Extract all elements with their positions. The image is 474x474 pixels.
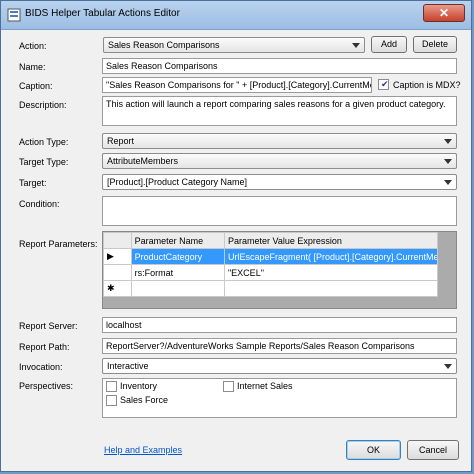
- row-selector-icon[interactable]: ▶: [103, 248, 132, 265]
- perspectives-label: Perspectives:: [19, 381, 74, 391]
- table-row[interactable]: rs:Format "EXCEL": [103, 264, 439, 281]
- report-server-label: Report Server:: [19, 321, 78, 331]
- add-button[interactable]: Add: [371, 36, 407, 53]
- condition-field[interactable]: [102, 196, 457, 226]
- target-label: Target:: [19, 178, 47, 188]
- parameter-name-cell[interactable]: rs:Format: [130, 264, 225, 281]
- condition-label: Condition:: [19, 199, 60, 209]
- report-path-field[interactable]: ReportServer?/AdventureWorks Sample Repo…: [102, 338, 457, 354]
- parameter-name-cell[interactable]: ProductCategory: [130, 248, 225, 265]
- target-type-select[interactable]: AttributeMembers: [102, 153, 457, 169]
- name-label: Name:: [19, 62, 46, 72]
- perspective-label-internet-sales: Internet Sales: [237, 381, 293, 391]
- action-type-value: Report: [107, 136, 135, 146]
- close-button[interactable]: ✕: [423, 4, 465, 22]
- dialog-body: Action: Sales Reason Comparisons Add Del…: [9, 31, 464, 465]
- target-type-label: Target Type:: [19, 157, 69, 167]
- action-select-value: Sales Reason Comparisons: [108, 40, 220, 50]
- target-value: [Product].[Product Category Name]: [107, 177, 248, 187]
- invocation-select[interactable]: Interactive: [102, 358, 457, 374]
- parameter-name-cell[interactable]: [130, 280, 225, 297]
- action-type-label: Action Type:: [19, 137, 69, 147]
- help-link[interactable]: Help and Examples: [104, 445, 182, 455]
- ok-button[interactable]: OK: [346, 440, 401, 460]
- perspective-label-inventory: Inventory: [120, 381, 158, 391]
- grid-header-row: Parameter Name Parameter Value Expressio…: [103, 232, 439, 249]
- parameter-value-cell[interactable]: UrlEscapeFragment( [Product].[Category].…: [223, 248, 439, 265]
- invocation-value: Interactive: [107, 361, 149, 371]
- window-title: BIDS Helper Tabular Actions Editor: [25, 8, 180, 19]
- chevron-down-icon: [444, 364, 452, 369]
- action-select[interactable]: Sales Reason Comparisons: [103, 37, 365, 53]
- caption-is-mdx-checkbox[interactable]: ✔: [378, 79, 389, 90]
- cancel-button[interactable]: Cancel: [407, 440, 459, 460]
- column-header-parameter-value[interactable]: Parameter Value Expression: [223, 232, 439, 249]
- description-label: Description:: [19, 100, 67, 110]
- new-row-icon[interactable]: ✱: [103, 280, 132, 297]
- row-selector[interactable]: [103, 264, 132, 281]
- perspective-checkbox-inventory[interactable]: [106, 381, 117, 392]
- table-row-new[interactable]: ✱: [103, 280, 439, 297]
- column-header-parameter-name[interactable]: Parameter Name: [130, 232, 225, 249]
- chevron-down-icon: [444, 139, 452, 144]
- title-bar: BIDS Helper Tabular Actions Editor ✕: [1, 1, 471, 30]
- row-header-cell: [103, 232, 132, 249]
- chevron-down-icon: [444, 159, 452, 164]
- action-label: Action:: [19, 41, 47, 51]
- perspective-checkbox-sales-force[interactable]: [106, 395, 117, 406]
- dialog-window: BIDS Helper Tabular Actions Editor ✕ Act…: [0, 0, 472, 472]
- parameter-value-cell[interactable]: "EXCEL": [223, 264, 439, 281]
- caption-label: Caption:: [19, 81, 53, 91]
- perspective-checkbox-internet-sales[interactable]: [223, 381, 234, 392]
- report-server-field[interactable]: localhost: [102, 317, 457, 333]
- action-type-select[interactable]: Report: [102, 133, 457, 149]
- target-type-value: AttributeMembers: [107, 156, 179, 166]
- description-field[interactable]: This action will launch a report compari…: [102, 96, 457, 126]
- report-path-label: Report Path:: [19, 342, 70, 352]
- parameters-grid: Parameter Name Parameter Value Expressio…: [103, 232, 439, 297]
- parameter-value-cell[interactable]: [223, 280, 439, 297]
- checkmark-icon: ✔: [381, 79, 389, 89]
- perspective-label-sales-force: Sales Force: [120, 395, 169, 405]
- report-parameters-label: Report Parameters:: [19, 239, 98, 249]
- invocation-label: Invocation:: [19, 362, 63, 372]
- caption-field[interactable]: "Sales Reason Comparisons for " + [Produ…: [102, 77, 372, 93]
- target-select[interactable]: [Product].[Product Category Name]: [102, 174, 457, 190]
- chevron-down-icon: [352, 43, 360, 48]
- app-icon: [7, 8, 21, 22]
- table-row[interactable]: ▶ ProductCategory UrlEscapeFragment( [Pr…: [103, 248, 439, 265]
- chevron-down-icon: [444, 180, 452, 185]
- caption-is-mdx-label: Caption is MDX?: [393, 80, 461, 90]
- delete-button[interactable]: Delete: [413, 36, 457, 53]
- name-field[interactable]: Sales Reason Comparisons: [102, 58, 457, 74]
